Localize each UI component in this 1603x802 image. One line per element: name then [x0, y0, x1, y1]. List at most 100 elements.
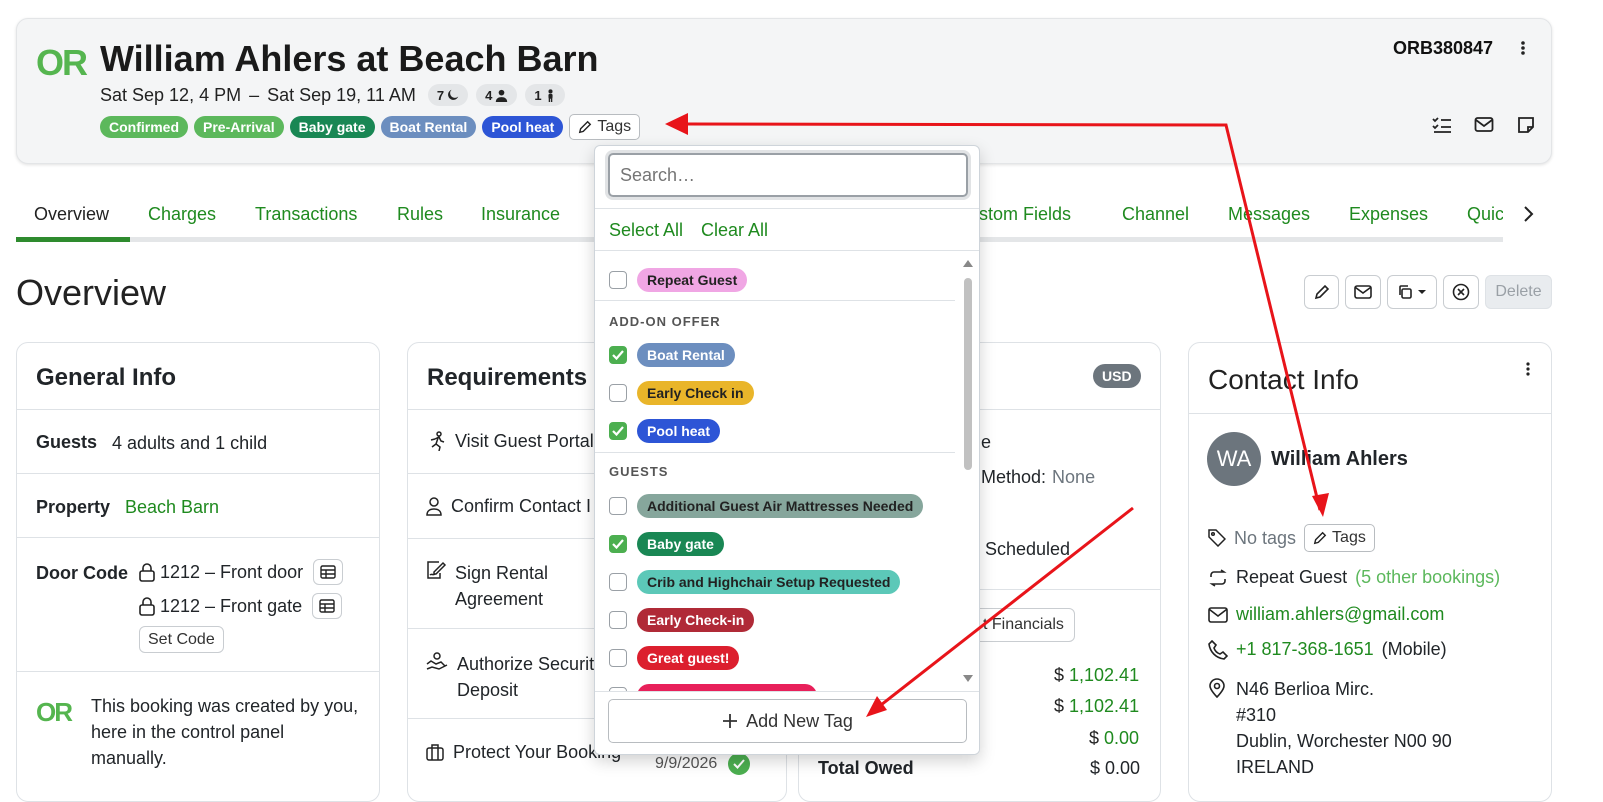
tab-overview[interactable]: Overview: [34, 204, 109, 225]
tab-quic[interactable]: Quic: [1467, 204, 1503, 225]
checklist-icon[interactable]: [1431, 115, 1453, 140]
other-bookings-link[interactable]: (5 other bookings): [1355, 567, 1500, 588]
luggage-icon: [426, 744, 444, 761]
tag-chip: Baby gate: [637, 532, 724, 556]
mail-icon: [1354, 285, 1372, 299]
tag-section-header: ADD-ON OFFER: [609, 314, 721, 329]
duplicate-dropdown-button[interactable]: [1387, 275, 1437, 309]
add-new-tag-label: Add New Tag: [746, 710, 853, 731]
requirement-item[interactable]: Visit Guest Portal: [427, 431, 594, 452]
cancel-booking-button[interactable]: [1443, 275, 1479, 309]
sign-document-icon: [427, 561, 447, 579]
scroll-down-icon[interactable]: [962, 674, 974, 684]
edit-financials-button[interactable]: t Financials: [972, 608, 1075, 642]
contact-tags-button[interactable]: Tags: [1304, 524, 1375, 552]
hand-money-icon: [426, 652, 448, 670]
code-table-button[interactable]: [313, 559, 344, 585]
tag-option[interactable]: Boat Rental: [609, 343, 735, 367]
tab-channel[interactable]: Channel: [1122, 204, 1189, 225]
tag-chip: Pool heat: [637, 419, 721, 443]
add-new-tag-button[interactable]: Add New Tag: [608, 699, 967, 743]
door-code-label: Door Code: [36, 563, 128, 583]
tag-option[interactable]: Additional Guest Air Mattresses Needed: [609, 494, 924, 518]
phone-link[interactable]: +1 817-368-1651: [1236, 639, 1374, 660]
tag-checkbox[interactable]: [609, 535, 627, 553]
tags-button[interactable]: Tags: [569, 114, 641, 140]
requirement-item[interactable]: Protect Your Booking: [425, 742, 621, 763]
tag-checkbox[interactable]: [609, 422, 627, 440]
requirement-date: 9/9/2026: [655, 755, 718, 772]
divider: [408, 409, 598, 410]
tag-search-input[interactable]: [610, 155, 966, 195]
tab-rules[interactable]: Rules: [397, 204, 443, 225]
card-title: Requirements: [427, 364, 588, 391]
tag-chip: Great guest!: [637, 646, 740, 670]
tab-insurance[interactable]: Insurance: [481, 204, 560, 225]
child-icon: [548, 88, 553, 102]
tag-checkbox[interactable]: [609, 271, 627, 289]
scrollbar-thumb[interactable]: [964, 278, 972, 470]
booking-dates: Sat Sep 12, 4 PM – Sat Sep 19, 11 AM 7 4…: [100, 84, 565, 106]
tag-checkbox[interactable]: [609, 497, 627, 515]
divider: [595, 300, 955, 301]
address-line: Dublin, Worchester N00 90: [1236, 731, 1452, 751]
delete-button[interactable]: Delete: [1485, 275, 1552, 309]
divider: [408, 473, 598, 474]
check-in-date: Sat Sep 12, 4 PM: [100, 84, 242, 105]
requirement-label: Sign Rental Agreement: [455, 563, 549, 609]
contact-tags-row: No tags Tags: [1208, 524, 1375, 552]
mail-icon[interactable]: [1474, 116, 1494, 139]
email-button[interactable]: [1345, 275, 1381, 309]
children-count: 1: [534, 87, 542, 103]
select-all-link[interactable]: Select All: [609, 220, 683, 241]
tag-option[interactable]: Pool heat: [609, 419, 721, 443]
amount-value: $ 1,102.41: [1054, 696, 1140, 716]
more-vertical-icon[interactable]: [1520, 360, 1536, 383]
booking-tags: Confirmed Pre-Arrival Baby gate Boat Rental…: [100, 114, 641, 140]
method-label: Method:: [981, 467, 1047, 487]
tag-checkbox[interactable]: [609, 649, 627, 667]
scroll-up-icon[interactable]: [962, 258, 974, 268]
note-icon[interactable]: [1516, 115, 1536, 140]
property-label: Property: [36, 497, 111, 517]
requirement-item[interactable]: Sign Rental Agreement: [425, 560, 575, 612]
tag-option[interactable]: Baby gate: [609, 532, 724, 556]
payment-method: Method: None: [981, 467, 1095, 488]
check-circle-icon: [728, 753, 750, 775]
requirement-item[interactable]: Authorize Security Deposit: [425, 651, 607, 703]
requirement-label: Authorize Security Deposit: [457, 654, 604, 700]
edit-button[interactable]: [1304, 275, 1339, 309]
scheduled-text: Scheduled: [985, 539, 1071, 559]
tag-option[interactable]: Early Check-in: [609, 608, 755, 632]
tab-messages[interactable]: Messages: [1228, 204, 1310, 225]
divider: [17, 671, 379, 672]
clear-all-link[interactable]: Clear All: [701, 220, 768, 241]
tag-checkbox[interactable]: [609, 384, 627, 402]
divider: [408, 628, 598, 629]
scrollbar[interactable]: [962, 256, 974, 686]
more-vertical-icon[interactable]: [1514, 38, 1532, 63]
set-code-button[interactable]: Set Code: [139, 626, 224, 653]
tab-charges[interactable]: Charges: [148, 204, 216, 225]
tab-transactions[interactable]: Transactions: [255, 204, 357, 225]
email-link[interactable]: william.ahlers@gmail.com: [1236, 604, 1444, 625]
contact-name[interactable]: William Ahlers: [1271, 448, 1408, 471]
repeat-guest-row: Repeat Guest (5 other bookings): [1208, 567, 1500, 588]
tag-option[interactable]: Great guest!: [609, 646, 740, 670]
tag-option[interactable]: Repeat Guest: [609, 268, 748, 292]
tag-option[interactable]: Crib and Highchair Setup Requested: [609, 570, 901, 594]
tag-checkbox[interactable]: [609, 346, 627, 364]
chevron-right-icon[interactable]: [1518, 203, 1538, 230]
adults-badge: 4: [476, 84, 518, 106]
code-table-button[interactable]: [312, 593, 343, 619]
phone-row: +1 817-368-1651 (Mobile): [1208, 639, 1447, 660]
tag-option[interactable]: Early Check in: [609, 381, 754, 405]
property-link[interactable]: Beach Barn: [125, 497, 219, 518]
tab-expenses[interactable]: Expenses: [1349, 204, 1428, 225]
phone-icon: [1208, 639, 1228, 660]
tag-checkbox[interactable]: [609, 611, 627, 629]
adults-count: 4: [485, 87, 493, 103]
door-code-row: 1212 – Front gate: [138, 593, 343, 619]
tag-checkbox[interactable]: [609, 573, 627, 591]
requirement-item[interactable]: Confirm Contact I: [425, 496, 591, 517]
